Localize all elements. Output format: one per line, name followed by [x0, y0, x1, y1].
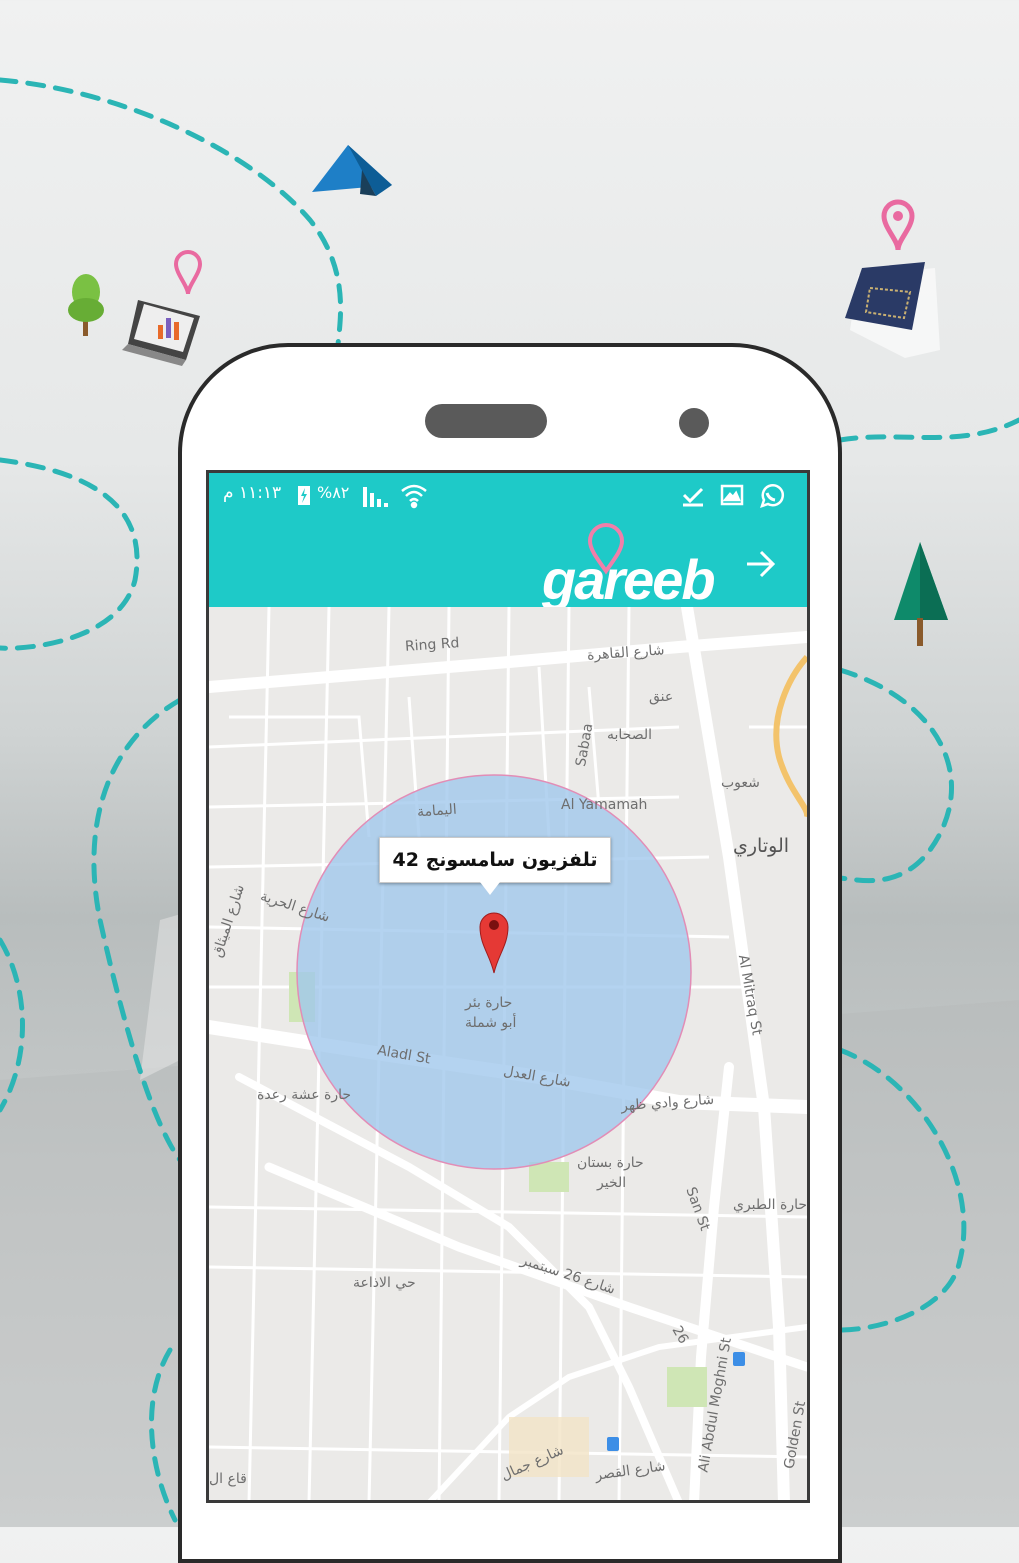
- status-bar: ١١:١٣ م %٨٢: [209, 473, 807, 517]
- laptop-chart-icon: [122, 300, 200, 366]
- location-pin-icon: [881, 199, 915, 251]
- tree-icon: [68, 274, 104, 336]
- battery-charging-icon: [297, 484, 311, 510]
- wifi-icon: [399, 481, 429, 513]
- marker-info-window[interactable]: تلفزيون سامسونج 42: [379, 837, 611, 895]
- map-label: أبو شملة: [465, 1015, 517, 1031]
- map-label: Al Yamamah: [561, 797, 648, 813]
- phone-camera: [679, 408, 709, 438]
- map-label: شعوب: [721, 775, 760, 791]
- map-label: الصحابه: [607, 727, 653, 743]
- dashed-path: [837, 667, 955, 884]
- dashed-path: [0, 77, 344, 348]
- marker-label: تلفزيون سامسونج 42: [392, 849, 598, 871]
- tent-icon: [312, 145, 392, 196]
- map-label: حارة بستان: [577, 1155, 644, 1171]
- map-label: الوتاري: [733, 835, 790, 857]
- map-label: قاع ال: [209, 1471, 247, 1487]
- dashed-path: [837, 417, 1019, 443]
- app-bar: gareeb: [209, 517, 807, 611]
- phone-screen: ١١:١٣ م %٨٢ gareeb Ring Rd شارع القاهرة …: [206, 470, 810, 1503]
- map-label: اليمامة: [416, 801, 458, 821]
- location-pin-icon: [173, 250, 203, 295]
- map-label: حي الاذاعة: [353, 1275, 416, 1291]
- arrow-right-icon[interactable]: [743, 547, 777, 585]
- whatsapp-icon: [757, 482, 785, 514]
- jeans-icon: [845, 262, 940, 358]
- location-pin-icon: [586, 521, 626, 579]
- pine-tree-icon: [894, 542, 948, 646]
- download-done-icon: [681, 485, 705, 511]
- map-marker-icon[interactable]: [477, 905, 511, 979]
- dashed-path: [0, 457, 140, 651]
- app-logo: gareeb: [542, 548, 716, 611]
- map-view[interactable]: Ring Rd شارع القاهرة عنق Sabaa الصحابه A…: [209, 607, 808, 1500]
- map-label: الخير: [597, 1175, 627, 1191]
- signal-icon: [361, 483, 389, 511]
- status-time: ١١:١٣ م: [223, 483, 282, 503]
- map-label: حارة عشة رعدة: [257, 1087, 352, 1103]
- gallery-icon: [720, 484, 744, 510]
- phone-speaker: [425, 404, 547, 438]
- battery-percent: %٨٢: [317, 483, 350, 502]
- map-label: حارة الطبري: [733, 1197, 808, 1213]
- map-label: حارة بئر: [465, 995, 513, 1011]
- map-label: عنق: [649, 689, 674, 705]
